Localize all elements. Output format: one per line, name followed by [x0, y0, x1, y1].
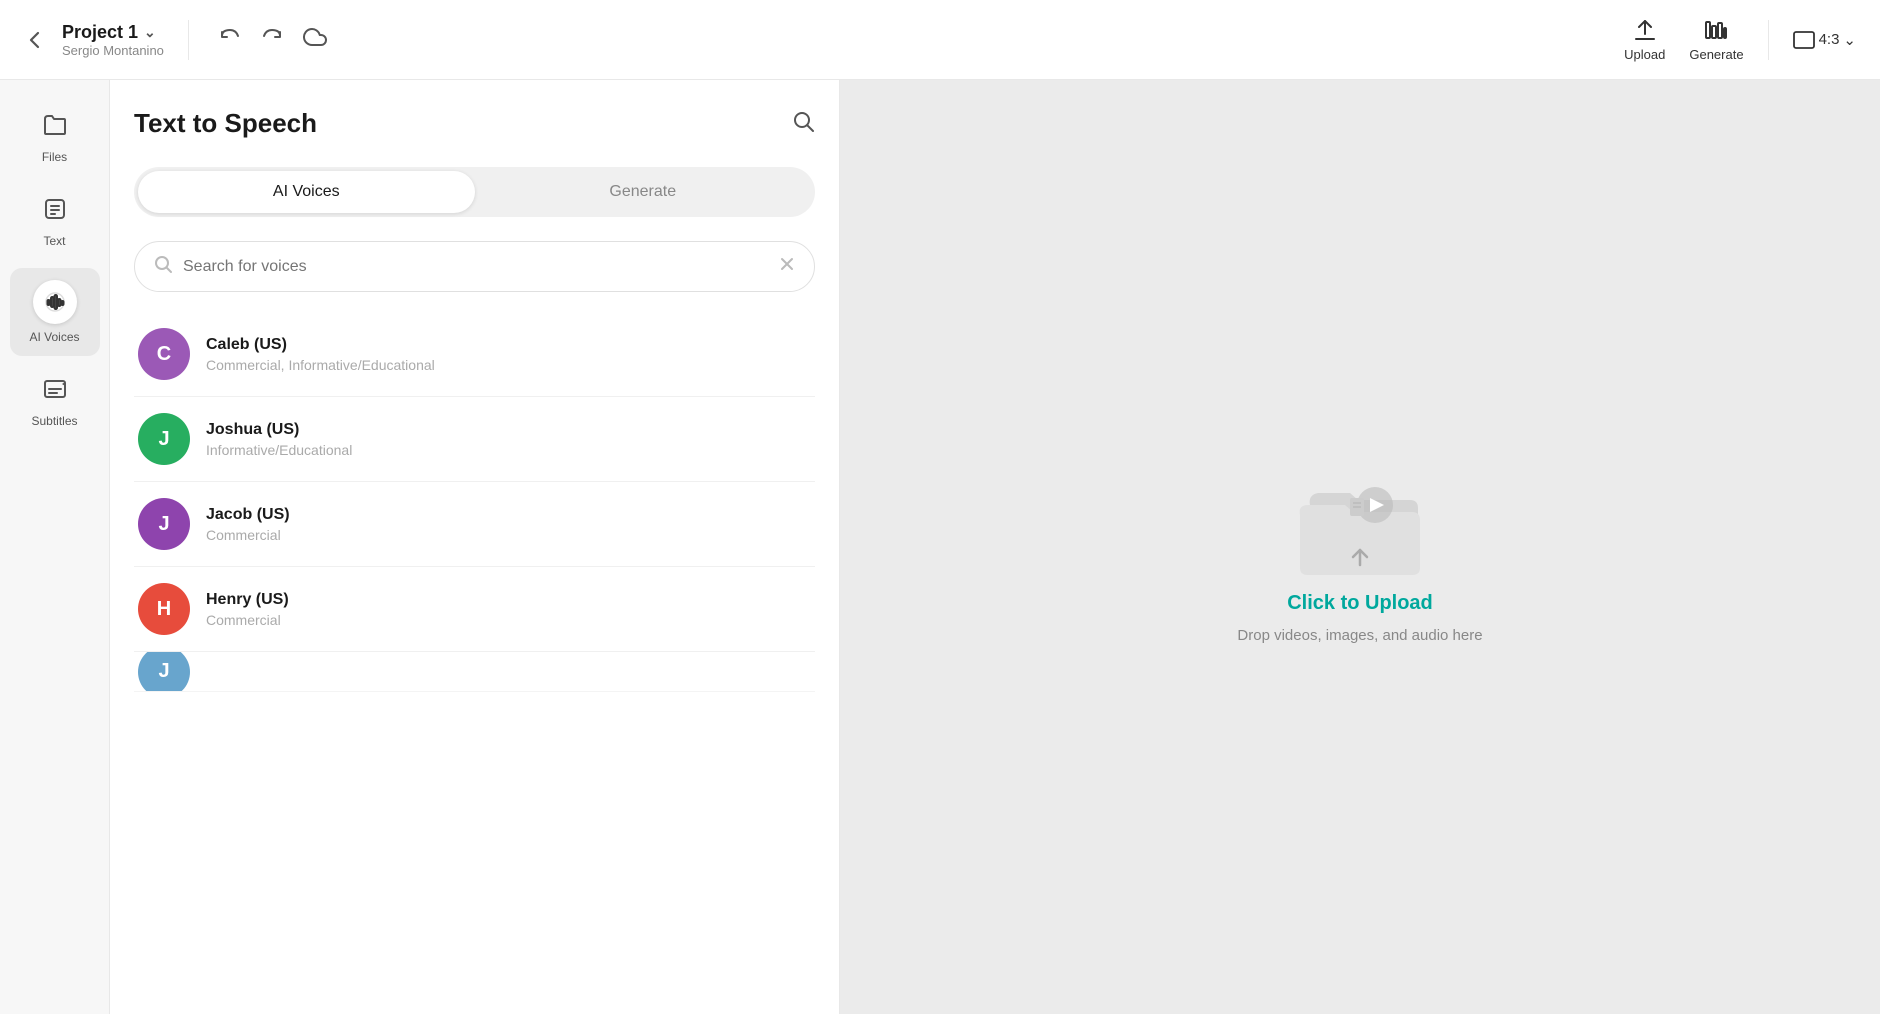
- sidebar-item-files[interactable]: Files: [10, 100, 100, 176]
- aspect-ratio-chevron: ⌄: [1843, 31, 1856, 49]
- search-icon: [153, 254, 173, 279]
- header-actions: [213, 19, 333, 61]
- panel-title: Text to Speech: [134, 108, 317, 139]
- canvas-area[interactable]: Click to Upload Drop videos, images, and…: [840, 80, 1880, 1014]
- sidebar-ai-voices-label: AI Voices: [29, 330, 79, 344]
- voice-info-henry: Henry (US) Commercial: [206, 591, 289, 628]
- sidebar-subtitles-label: Subtitles: [31, 414, 77, 428]
- voice-item-caleb[interactable]: C Caleb (US) Commercial, Informative/Edu…: [134, 312, 815, 397]
- voice-name-jacob: Jacob (US): [206, 506, 290, 524]
- redo-button[interactable]: [255, 20, 289, 60]
- avatar-partial: J: [138, 652, 190, 692]
- voice-item-joshua[interactable]: J Joshua (US) Informative/Educational: [134, 397, 815, 482]
- voice-category-caleb: Commercial, Informative/Educational: [206, 357, 435, 373]
- tab-generate[interactable]: Generate: [475, 171, 812, 213]
- sidebar: Files Text: [0, 80, 110, 1014]
- voice-item-jacob[interactable]: J Jacob (US) Commercial: [134, 482, 815, 567]
- header-divider: [188, 20, 189, 60]
- voice-name-caleb: Caleb (US): [206, 336, 435, 354]
- header: Project 1 ⌄ Sergio Montanino: [0, 0, 1880, 80]
- header-right-divider: [1768, 20, 1769, 60]
- upload-click-text: Click to Upload: [1287, 592, 1433, 615]
- header-right: Upload Generate 4:3 ⌄: [1624, 17, 1856, 62]
- panel-search-button[interactable]: [791, 109, 815, 139]
- generate-label: Generate: [1689, 47, 1743, 62]
- avatar-jacob: J: [138, 498, 190, 550]
- tts-panel: Text to Speech AI Voices Generate: [110, 80, 840, 1014]
- voice-name-henry: Henry (US): [206, 591, 289, 609]
- project-title: Project 1: [62, 22, 138, 43]
- project-user: Sergio Montanino: [62, 43, 164, 58]
- tab-ai-voices[interactable]: AI Voices: [138, 171, 475, 213]
- cloud-save-button[interactable]: [297, 19, 333, 61]
- voice-list: C Caleb (US) Commercial, Informative/Edu…: [134, 312, 815, 692]
- generate-tool[interactable]: Generate: [1689, 17, 1743, 62]
- voice-tabs: AI Voices Generate: [134, 167, 815, 217]
- sidebar-item-ai-voices[interactable]: AI Voices: [10, 268, 100, 356]
- sidebar-item-subtitles[interactable]: Subtitles: [10, 364, 100, 440]
- subtitles-icon: [42, 376, 68, 408]
- upload-illustration: [1290, 450, 1430, 580]
- main-content: Files Text: [0, 80, 1880, 1014]
- back-button[interactable]: [24, 29, 46, 51]
- avatar-joshua: J: [138, 413, 190, 465]
- avatar-caleb: C: [138, 328, 190, 380]
- upload-zone[interactable]: Click to Upload Drop videos, images, and…: [1237, 450, 1482, 644]
- undo-button[interactable]: [213, 20, 247, 60]
- avatar-henry: H: [138, 583, 190, 635]
- voice-category-joshua: Informative/Educational: [206, 442, 352, 458]
- upload-drop-text: Drop videos, images, and audio here: [1237, 627, 1482, 644]
- voice-info-jacob: Jacob (US) Commercial: [206, 506, 290, 543]
- clear-search-icon[interactable]: [778, 255, 796, 278]
- text-icon: [42, 196, 68, 228]
- voice-item-henry[interactable]: H Henry (US) Commercial: [134, 567, 815, 652]
- voice-category-jacob: Commercial: [206, 527, 290, 543]
- project-info: Project 1 ⌄ Sergio Montanino: [62, 22, 164, 58]
- sidebar-files-label: Files: [42, 150, 67, 164]
- ai-voices-icon-wrap: [33, 280, 77, 324]
- voice-category-henry: Commercial: [206, 612, 289, 628]
- project-name-row: Project 1 ⌄: [62, 22, 164, 43]
- sidebar-item-text[interactable]: Text: [10, 184, 100, 260]
- search-bar: [134, 241, 815, 292]
- upload-tool[interactable]: Upload: [1624, 17, 1665, 62]
- header-left: Project 1 ⌄ Sergio Montanino: [24, 19, 333, 61]
- folder-icon: [42, 112, 68, 144]
- aspect-ratio-button[interactable]: 4:3 ⌄: [1793, 31, 1856, 49]
- aspect-ratio-label: 4:3: [1819, 31, 1840, 48]
- panel-header: Text to Speech: [134, 108, 815, 139]
- upload-label: Upload: [1624, 47, 1665, 62]
- search-input[interactable]: [183, 258, 768, 276]
- voice-info-caleb: Caleb (US) Commercial, Informative/Educa…: [206, 336, 435, 373]
- chevron-down-icon: ⌄: [144, 24, 156, 41]
- voice-item-partial[interactable]: J: [134, 652, 815, 692]
- sidebar-text-label: Text: [43, 234, 65, 248]
- voice-info-joshua: Joshua (US) Informative/Educational: [206, 421, 352, 458]
- voice-name-joshua: Joshua (US): [206, 421, 352, 439]
